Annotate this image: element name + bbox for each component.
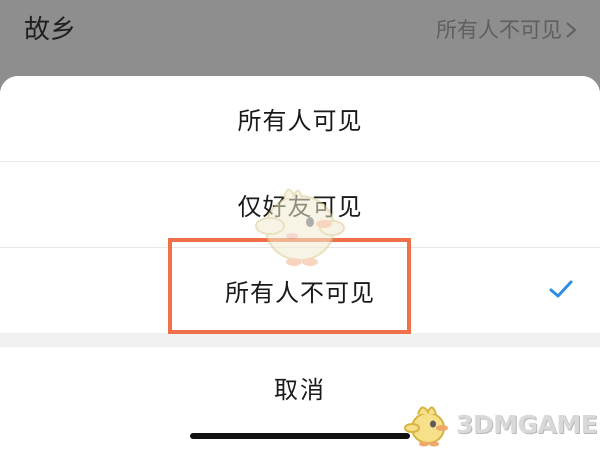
option-hidden-from-all[interactable]: 所有人不可见 <box>0 248 600 333</box>
hometown-label: 故乡 <box>24 15 77 45</box>
cancel-label: 取消 <box>274 375 326 404</box>
cancel-separator <box>0 333 600 347</box>
hometown-setting-row: 故乡 所有人不可见 <box>0 0 600 76</box>
option-label: 仅好友可见 <box>237 193 363 221</box>
option-friends-only[interactable]: 仅好友可见 <box>0 162 600 247</box>
chevron-right-icon <box>566 22 577 38</box>
option-label: 所有人不可见 <box>225 279 375 307</box>
checkmark-icon <box>549 280 573 298</box>
option-visible-to-all[interactable]: 所有人可见 <box>0 76 600 161</box>
hometown-visibility-value: 所有人不可见 <box>436 18 562 42</box>
home-indicator-bar[interactable] <box>190 433 410 439</box>
visibility-action-sheet: 所有人可见 仅好友可见 所有人不可见 取消 <box>0 76 600 450</box>
option-label: 所有人可见 <box>237 107 363 135</box>
